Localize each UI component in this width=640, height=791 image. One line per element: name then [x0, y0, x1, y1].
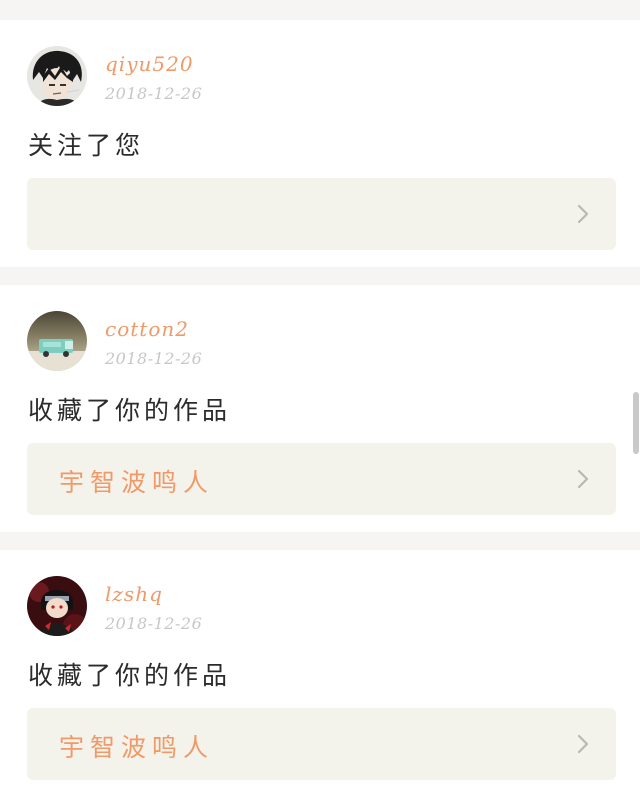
avatar[interactable] — [27, 576, 87, 636]
action-text: 收藏了你的作品 — [28, 396, 232, 425]
scrollbar[interactable] — [633, 392, 639, 454]
timestamp: 2018-12-26 — [105, 614, 203, 633]
red-cloak-character-avatar-icon — [27, 576, 87, 636]
mint-truck-avatar-icon — [27, 311, 87, 371]
username[interactable]: lzshq — [105, 582, 163, 606]
notification-feed: qiyu520 2018-12-26 关注了您 cotton2 2018-12-… — [0, 0, 640, 791]
chevron-right-icon — [577, 469, 589, 489]
card-separator — [0, 532, 640, 550]
avatar[interactable] — [27, 311, 87, 371]
timestamp: 2018-12-26 — [105, 349, 203, 368]
notification-card: cotton2 2018-12-26 收藏了你的作品 宇智波鸣人 — [0, 285, 640, 532]
related-work-title: 宇智波鸣人 — [59, 733, 215, 762]
username[interactable]: qiyu520 — [105, 52, 194, 76]
action-text: 关注了您 — [28, 131, 145, 160]
dark-hair-character-avatar-icon — [27, 46, 87, 106]
username[interactable]: cotton2 — [105, 317, 189, 341]
top-separator — [0, 0, 640, 20]
related-work-link[interactable]: 宇智波鸣人 — [27, 443, 616, 515]
related-work-title: 宇智波鸣人 — [59, 468, 215, 497]
card-separator — [0, 267, 640, 285]
related-work-link[interactable] — [27, 178, 616, 250]
related-work-link[interactable]: 宇智波鸣人 — [27, 708, 616, 780]
avatar[interactable] — [27, 46, 87, 106]
notification-card: lzshq 2018-12-26 收藏了你的作品 宇智波鸣人 — [0, 550, 640, 791]
timestamp: 2018-12-26 — [105, 84, 203, 103]
notification-card: qiyu520 2018-12-26 关注了您 — [0, 20, 640, 267]
chevron-right-icon — [577, 734, 589, 754]
action-text: 收藏了你的作品 — [28, 661, 232, 690]
chevron-right-icon — [577, 204, 589, 224]
